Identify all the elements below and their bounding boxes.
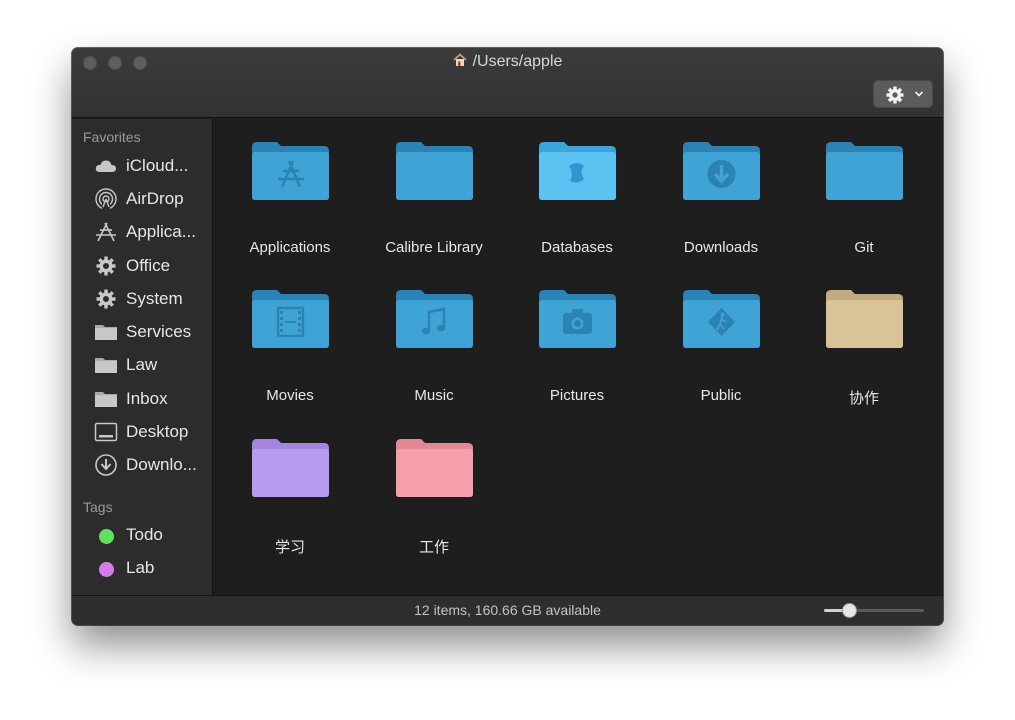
folder-name: Applications xyxy=(249,239,331,256)
applications-folder-icon xyxy=(252,142,329,200)
folder-item-xiezuo[interactable]: 协作 xyxy=(794,287,934,427)
music-folder-icon xyxy=(396,290,473,348)
status-bar: 12 items, 160.66 GB available xyxy=(72,595,943,625)
sidebar-item-inbox[interactable]: Inbox xyxy=(94,386,212,412)
sidebar: Favorites iCloud... AirDrop Applica... O… xyxy=(72,119,213,595)
sidebar-item-label: Office xyxy=(126,256,171,275)
folder-name: Calibre Library xyxy=(385,239,483,256)
folder-name: Databases xyxy=(541,239,613,256)
public-folder-icon xyxy=(683,290,760,348)
folder-item-music[interactable]: Music xyxy=(364,287,504,427)
folder-icon xyxy=(252,439,329,497)
folder-item-gongzuo[interactable]: 工作 xyxy=(364,436,504,576)
sidebar-item-label: Applica... xyxy=(126,222,196,241)
sidebar-item-services[interactable]: Services xyxy=(94,319,212,345)
folder-item-git[interactable]: Git xyxy=(794,139,934,279)
sidebar-item-label: Lab xyxy=(126,558,155,577)
folder-item-movies[interactable]: Movies xyxy=(220,287,360,427)
folder-name: Pictures xyxy=(549,387,605,404)
desktop-icon xyxy=(94,422,118,442)
folder-name: 学习 xyxy=(274,539,305,556)
finder-window: /Users/apple Favorites iCloud... AirDrop… xyxy=(72,48,943,625)
applications-icon xyxy=(96,222,116,242)
home-icon xyxy=(453,53,467,66)
slider-knob[interactable] xyxy=(842,603,857,618)
sidebar-item-label: Downlo... xyxy=(126,455,197,474)
folder-item-databases[interactable]: Databases xyxy=(507,139,647,279)
folder-grid: Applications Calibre Library Databases D… xyxy=(214,119,943,595)
favorites-header: Favorites xyxy=(83,129,141,145)
folder-icon xyxy=(95,392,117,407)
folder-icon xyxy=(95,358,117,373)
folder-icon xyxy=(396,142,473,200)
sidebar-item-label: Inbox xyxy=(126,389,168,408)
sidebar-item-label: Todo xyxy=(126,525,163,544)
folder-icon xyxy=(396,439,473,497)
folder-item-xuexi[interactable]: 学习 xyxy=(220,436,360,576)
sidebar-item-law[interactable]: Law xyxy=(94,352,212,378)
chevron-down-icon xyxy=(914,91,924,97)
tag-color-dot xyxy=(99,562,114,577)
gear-icon xyxy=(886,86,904,104)
tag-color-dot xyxy=(99,529,114,544)
sidebar-item-label: Desktop xyxy=(126,422,189,441)
sidebar-item-desktop[interactable]: Desktop xyxy=(94,419,212,445)
finder-folder-icon xyxy=(539,142,616,200)
sidebar-tag-lab[interactable]: Lab xyxy=(94,555,212,581)
icon-size-slider[interactable] xyxy=(824,603,924,618)
action-menu-button[interactable] xyxy=(873,80,933,108)
sidebar-item-label: AirDrop xyxy=(126,189,184,208)
folder-name: Music xyxy=(414,387,454,404)
cloud-icon xyxy=(95,160,116,172)
titlebar: /Users/apple xyxy=(72,48,943,118)
sidebar-item-office[interactable]: Office xyxy=(94,253,212,279)
folder-name: 协作 xyxy=(848,390,879,407)
folder-item-public[interactable]: Public xyxy=(651,287,791,427)
sidebar-item-icloud[interactable]: iCloud... xyxy=(94,153,212,179)
folder-icon xyxy=(826,290,903,348)
folder-name: Downloads xyxy=(683,239,759,256)
sidebar-item-downloads[interactable]: Downlo... xyxy=(94,452,212,478)
folder-icon xyxy=(826,142,903,200)
folder-item-calibre-library[interactable]: Calibre Library xyxy=(364,139,504,279)
airdrop-icon xyxy=(95,188,117,210)
status-text: 12 items, 160.66 GB available xyxy=(414,602,601,618)
folder-name: 工作 xyxy=(418,539,449,556)
gear-icon xyxy=(96,289,116,309)
downloads-folder-icon xyxy=(683,142,760,200)
movies-folder-icon xyxy=(252,290,329,348)
folder-item-downloads[interactable]: Downloads xyxy=(651,139,791,279)
folder-name: Movies xyxy=(266,387,314,404)
sidebar-item-system[interactable]: System xyxy=(94,286,212,312)
window-title-text: /Users/apple xyxy=(472,53,563,70)
folder-item-pictures[interactable]: Pictures xyxy=(507,287,647,427)
sidebar-tag-todo[interactable]: Todo xyxy=(94,522,212,548)
window-title: /Users/apple xyxy=(72,53,943,71)
folder-name: Git xyxy=(854,239,874,256)
sidebar-item-label: Law xyxy=(126,355,158,374)
sidebar-item-label: Services xyxy=(126,322,192,341)
sidebar-item-airdrop[interactable]: AirDrop xyxy=(94,186,212,212)
pictures-folder-icon xyxy=(539,290,616,348)
folder-item-applications[interactable]: Applications xyxy=(220,139,360,279)
sidebar-item-label: System xyxy=(126,289,183,308)
folder-name: Public xyxy=(700,387,742,404)
folder-icon xyxy=(95,325,117,340)
sidebar-item-label: iCloud... xyxy=(126,156,189,175)
sidebar-item-applications[interactable]: Applica... xyxy=(94,219,212,245)
gear-icon xyxy=(96,256,116,276)
download-icon xyxy=(95,454,117,476)
tags-header: Tags xyxy=(83,499,113,515)
